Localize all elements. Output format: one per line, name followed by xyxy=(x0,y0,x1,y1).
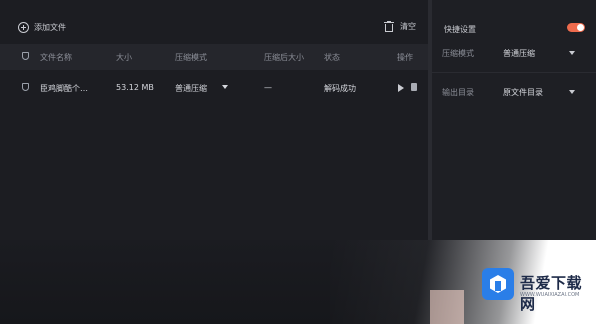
watermark-logo: 吾爱下载网 WWW.WUAIXIAZAI.COM xyxy=(470,262,596,324)
mode-select[interactable]: 普通压缩 xyxy=(175,83,207,94)
delete-icon[interactable] xyxy=(411,83,417,91)
select-all-shield-icon[interactable] xyxy=(22,52,29,60)
output-dir-label: 输出目录 xyxy=(442,88,474,97)
add-file-label: 添加文件 xyxy=(34,23,66,32)
clear-button[interactable]: 清空 xyxy=(384,21,416,32)
mode-dropdown-icon[interactable] xyxy=(222,85,228,89)
add-file-button[interactable]: 添加文件 xyxy=(18,22,66,33)
output-dir-select[interactable]: 原文件目录 xyxy=(503,87,543,98)
file-shield-icon xyxy=(22,83,29,91)
trash-icon xyxy=(384,21,394,32)
plus-circle-icon xyxy=(18,22,29,33)
col-status: 状态 xyxy=(324,53,340,62)
file-size: 53.12 MB xyxy=(116,83,154,92)
settings-divider xyxy=(432,72,596,73)
watermark-url: WWW.WUAIXIAZAI.COM xyxy=(520,292,580,298)
output-dir-chevron-icon[interactable] xyxy=(569,90,575,94)
clear-label: 清空 xyxy=(400,22,416,31)
settings-toggle[interactable] xyxy=(567,23,585,32)
compressed-size: — xyxy=(264,83,272,92)
col-size: 大小 xyxy=(116,53,132,62)
cube-logo-icon xyxy=(482,268,514,300)
watermark-tint xyxy=(430,290,464,324)
compress-mode-chevron-icon[interactable] xyxy=(569,51,575,55)
status-text: 解码成功 xyxy=(324,84,356,93)
file-name: 臣鸡脚酷个… xyxy=(40,84,88,93)
table-row[interactable]: 臣鸡脚酷个… 53.12 MB 普通压缩 — 解码成功 xyxy=(0,74,430,100)
toggle-knob xyxy=(577,24,584,31)
col-compress-mode: 压缩模式 xyxy=(175,53,207,62)
toolbar: 添加文件 清空 xyxy=(0,16,430,40)
col-file-name: 文件名称 xyxy=(40,53,72,62)
compress-mode-label: 压缩模式 xyxy=(442,49,474,58)
play-icon[interactable] xyxy=(398,84,404,92)
col-compressed-size: 压缩后大小 xyxy=(264,53,304,62)
table-header: 文件名称 大小 压缩模式 压缩后大小 状态 操作 xyxy=(0,44,430,70)
compress-mode-select[interactable]: 普通压缩 xyxy=(503,48,535,59)
col-actions: 操作 xyxy=(397,53,413,62)
settings-title: 快捷设置 xyxy=(444,25,476,34)
